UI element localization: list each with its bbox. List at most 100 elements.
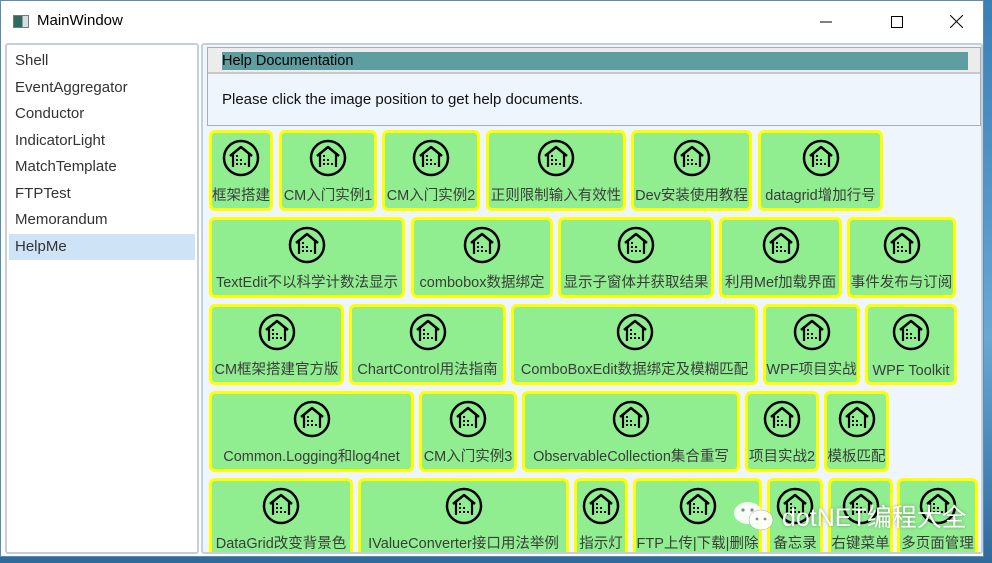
sidebar-item-conductor[interactable]: Conductor	[9, 101, 195, 128]
help-tile-label: IValueConverter接口用法举例	[368, 536, 559, 552]
house-circle-icon	[679, 487, 717, 525]
help-tile-label: combobox数据绑定	[419, 275, 545, 291]
title-bar: MainWindow	[1, 1, 983, 42]
help-tile[interactable]: 右键菜单	[828, 478, 893, 552]
house-circle-icon	[883, 226, 921, 264]
house-circle-icon	[892, 313, 930, 351]
sidebar-item-helpme[interactable]: HelpMe	[9, 233, 195, 260]
house-circle-icon	[288, 226, 326, 264]
house-circle-icon	[222, 139, 260, 177]
close-icon	[949, 15, 963, 28]
house-circle-icon	[776, 487, 814, 525]
help-tile-label: WPF Toolkit	[872, 363, 950, 379]
help-tile[interactable]: 事件发布与订阅	[847, 217, 956, 298]
help-tile-label: 备忘录	[773, 536, 817, 552]
help-tile[interactable]: 正则限制输入有效性	[486, 130, 626, 211]
help-tile-label: 显示子窗体并获取结果	[563, 275, 709, 291]
help-tile-label: 右键菜单	[831, 536, 890, 552]
sidebar-item-memorandum[interactable]: Memorandum	[9, 207, 195, 234]
house-circle-icon	[309, 139, 347, 177]
help-tile-label: Common.Logging和log4net	[223, 449, 400, 465]
help-header-title: Help Documentation	[222, 52, 968, 70]
maximize-icon	[891, 15, 903, 28]
help-tile[interactable]: combobox数据绑定	[411, 217, 553, 298]
house-circle-icon	[537, 139, 575, 177]
house-circle-icon	[412, 139, 450, 177]
help-tile[interactable]: ObservableCollection集合重写	[522, 391, 740, 472]
house-circle-icon	[762, 226, 800, 264]
help-tile-label: WPF项目实战	[766, 362, 857, 378]
help-tile[interactable]: CM入门实例2	[382, 130, 480, 211]
house-circle-icon	[673, 139, 711, 177]
help-tile-label: ObservableCollection集合重写	[533, 449, 729, 465]
window-title: MainWindow	[37, 12, 123, 29]
help-tile[interactable]: FTP上传|下载|删除	[633, 478, 762, 552]
help-tile[interactable]: DataGrid改变背景色	[209, 478, 353, 552]
help-tile-label: 正则限制输入有效性	[490, 188, 622, 204]
house-circle-icon	[293, 400, 331, 438]
house-circle-icon	[258, 313, 296, 351]
help-instructions: Please click the image position to get h…	[222, 91, 584, 108]
help-tile[interactable]: 框架搭建	[209, 130, 273, 211]
help-tile[interactable]: 利用Mef加载界面	[719, 217, 842, 298]
help-tile[interactable]: CM框架搭建官方版	[209, 304, 344, 385]
help-tile-label: ChartControl用法指南	[357, 362, 498, 378]
sidebar-item-shell[interactable]: Shell	[9, 48, 195, 75]
help-tile-label: DataGrid改变背景色	[215, 536, 347, 552]
help-tile-label: 指示灯	[579, 536, 623, 552]
house-circle-icon	[409, 313, 447, 351]
close-button[interactable]	[933, 1, 979, 42]
house-circle-icon	[445, 487, 483, 525]
help-tile[interactable]: 显示子窗体并获取结果	[558, 217, 714, 298]
help-tile[interactable]: Dev安装使用教程	[631, 130, 752, 211]
sidebar-item-matchtemplate[interactable]: MatchTemplate	[9, 154, 195, 181]
help-tile[interactable]: Common.Logging和log4net	[209, 391, 414, 472]
app-icon	[13, 15, 29, 28]
help-tile-label: datagrid增加行号	[765, 188, 876, 204]
help-tile[interactable]: WPF Toolkit	[865, 304, 957, 385]
help-groupbox: Help Documentation Please click the imag…	[207, 47, 981, 126]
minimize-button[interactable]	[803, 1, 849, 42]
help-tile[interactable]: 指示灯	[574, 478, 628, 552]
help-tile[interactable]: IValueConverter接口用法举例	[358, 478, 569, 552]
house-circle-icon	[616, 313, 654, 351]
help-tile-label: CM入门实例2	[386, 188, 476, 204]
maximize-button[interactable]	[874, 1, 920, 42]
sidebar-nav: Shell EventAggregator Conductor IndicatorLi…	[5, 43, 199, 554]
house-circle-icon	[802, 139, 840, 177]
main-window: MainWindow Shell EventAggregator Conductor…	[0, 0, 984, 557]
help-tile[interactable]: datagrid增加行号	[758, 130, 883, 211]
house-circle-icon	[793, 313, 831, 351]
minimize-icon	[820, 21, 832, 22]
help-tile[interactable]: ChartControl用法指南	[349, 304, 506, 385]
help-tile-label: 利用Mef加载界面	[724, 275, 837, 291]
house-circle-icon	[919, 487, 957, 525]
help-tile[interactable]: CM入门实例3	[419, 391, 517, 472]
house-circle-icon	[617, 226, 655, 264]
help-tile-label: ComboBoxEdit数据绑定及模糊匹配	[520, 362, 749, 378]
house-circle-icon	[463, 226, 501, 264]
help-tile-label: TextEdit不以科学计数法显示	[215, 275, 399, 291]
help-header: Help Documentation	[208, 48, 980, 74]
help-tile-label: 模板匹配	[827, 449, 886, 465]
help-tile[interactable]: 多页面管理	[897, 478, 978, 552]
help-tile[interactable]: ComboBoxEdit数据绑定及模糊匹配	[511, 304, 758, 385]
help-tile[interactable]: WPF项目实战	[763, 304, 860, 385]
sidebar-item-ftptest[interactable]: FTPTest	[9, 181, 195, 208]
help-tile-label: CM入门实例1	[283, 188, 373, 204]
help-tile[interactable]: 备忘录	[767, 478, 823, 552]
sidebar-item-eventaggregator[interactable]: EventAggregator	[9, 75, 195, 102]
help-tile[interactable]: CM入门实例1	[279, 130, 377, 211]
main-content: Help Documentation Please click the imag…	[201, 43, 983, 554]
help-tile-label: FTP上传|下载|删除	[636, 536, 759, 552]
help-tile-label: 事件发布与订阅	[850, 275, 953, 291]
house-circle-icon	[763, 400, 801, 438]
help-tile-label: CM入门实例3	[423, 449, 513, 465]
help-tile[interactable]: TextEdit不以科学计数法显示	[209, 217, 405, 298]
house-circle-icon	[262, 487, 300, 525]
sidebar-item-indicatorlight[interactable]: IndicatorLight	[9, 128, 195, 155]
help-tile[interactable]: 项目实战2	[745, 391, 819, 472]
help-tile[interactable]: 模板匹配	[824, 391, 889, 472]
house-circle-icon	[582, 487, 620, 525]
help-tile-label: Dev安装使用教程	[635, 188, 748, 204]
